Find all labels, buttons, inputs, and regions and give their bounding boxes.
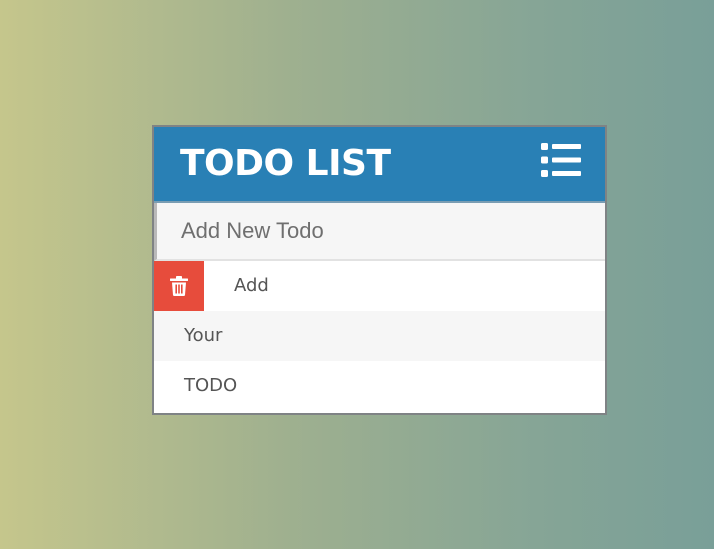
todo-list: Add Your TODO (154, 261, 605, 411)
todo-card: TODO LIST Add New Todo Add Your TODO (152, 125, 607, 415)
todo-item[interactable]: Add (154, 261, 605, 311)
list-icon[interactable] (541, 143, 581, 177)
new-todo-row (154, 203, 605, 261)
todo-text: Your (184, 325, 223, 346)
new-todo-input[interactable] (157, 203, 605, 259)
todo-text: TODO (184, 375, 238, 396)
delete-button[interactable] (154, 261, 204, 311)
todo-item[interactable]: TODO (154, 361, 605, 411)
trash-icon (170, 276, 188, 296)
todo-item[interactable]: Your (154, 311, 605, 361)
header: TODO LIST (154, 127, 605, 203)
app-title: TODO LIST (180, 143, 391, 184)
